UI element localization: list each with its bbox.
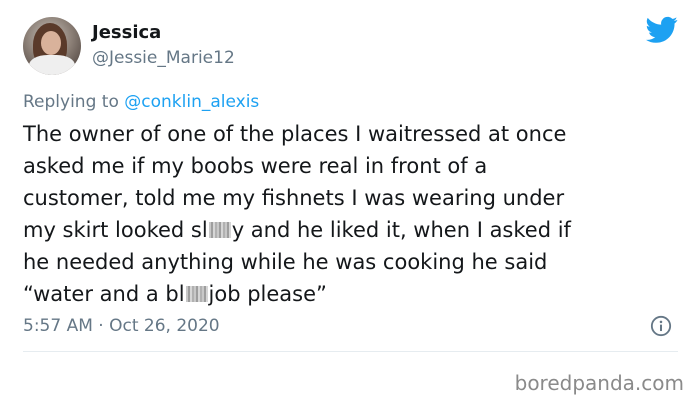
tweet-line: he needed anything while he was cooking … [23,250,548,274]
info-icon[interactable] [650,315,672,337]
tweet-line-part: y and he liked it, when I asked if [231,218,571,242]
avatar[interactable] [23,17,81,75]
tweet-line: “water and a bl job please” [23,278,673,310]
watermark: boredpanda.com [514,371,684,395]
author-handle[interactable]: @Jessie_Marie12 [92,48,235,68]
tweet-line-part: “water and a bl [23,282,185,306]
reply-context: Replying to @conklin_alexis [23,92,259,112]
avatar-shirt [29,55,75,75]
tweet-line-part: job please” [208,282,327,306]
tweet-line: my skirt looked sl y and he liked it, whe… [23,214,673,246]
tweet-line: The owner of one of the places I waitres… [23,122,567,146]
twitter-bird-icon[interactable] [646,16,678,44]
censor-blur [185,286,208,302]
divider [23,351,678,352]
tweet-line: asked me if my boobs were real in front … [23,154,488,178]
tweet-timestamp[interactable]: 5:57 AM · Oct 26, 2020 [23,316,220,336]
reply-prefix: Replying to [23,92,119,112]
author-name[interactable]: Jessica [92,22,161,43]
avatar-face [41,31,61,55]
tweet-text: The owner of one of the places I waitres… [23,118,673,310]
tweet-line-part: my skirt looked sl [23,218,208,242]
reply-to-link[interactable]: @conklin_alexis [124,92,259,112]
censor-blur [208,222,231,238]
tweet-line: customer, told me my fishnets I was wear… [23,186,565,210]
